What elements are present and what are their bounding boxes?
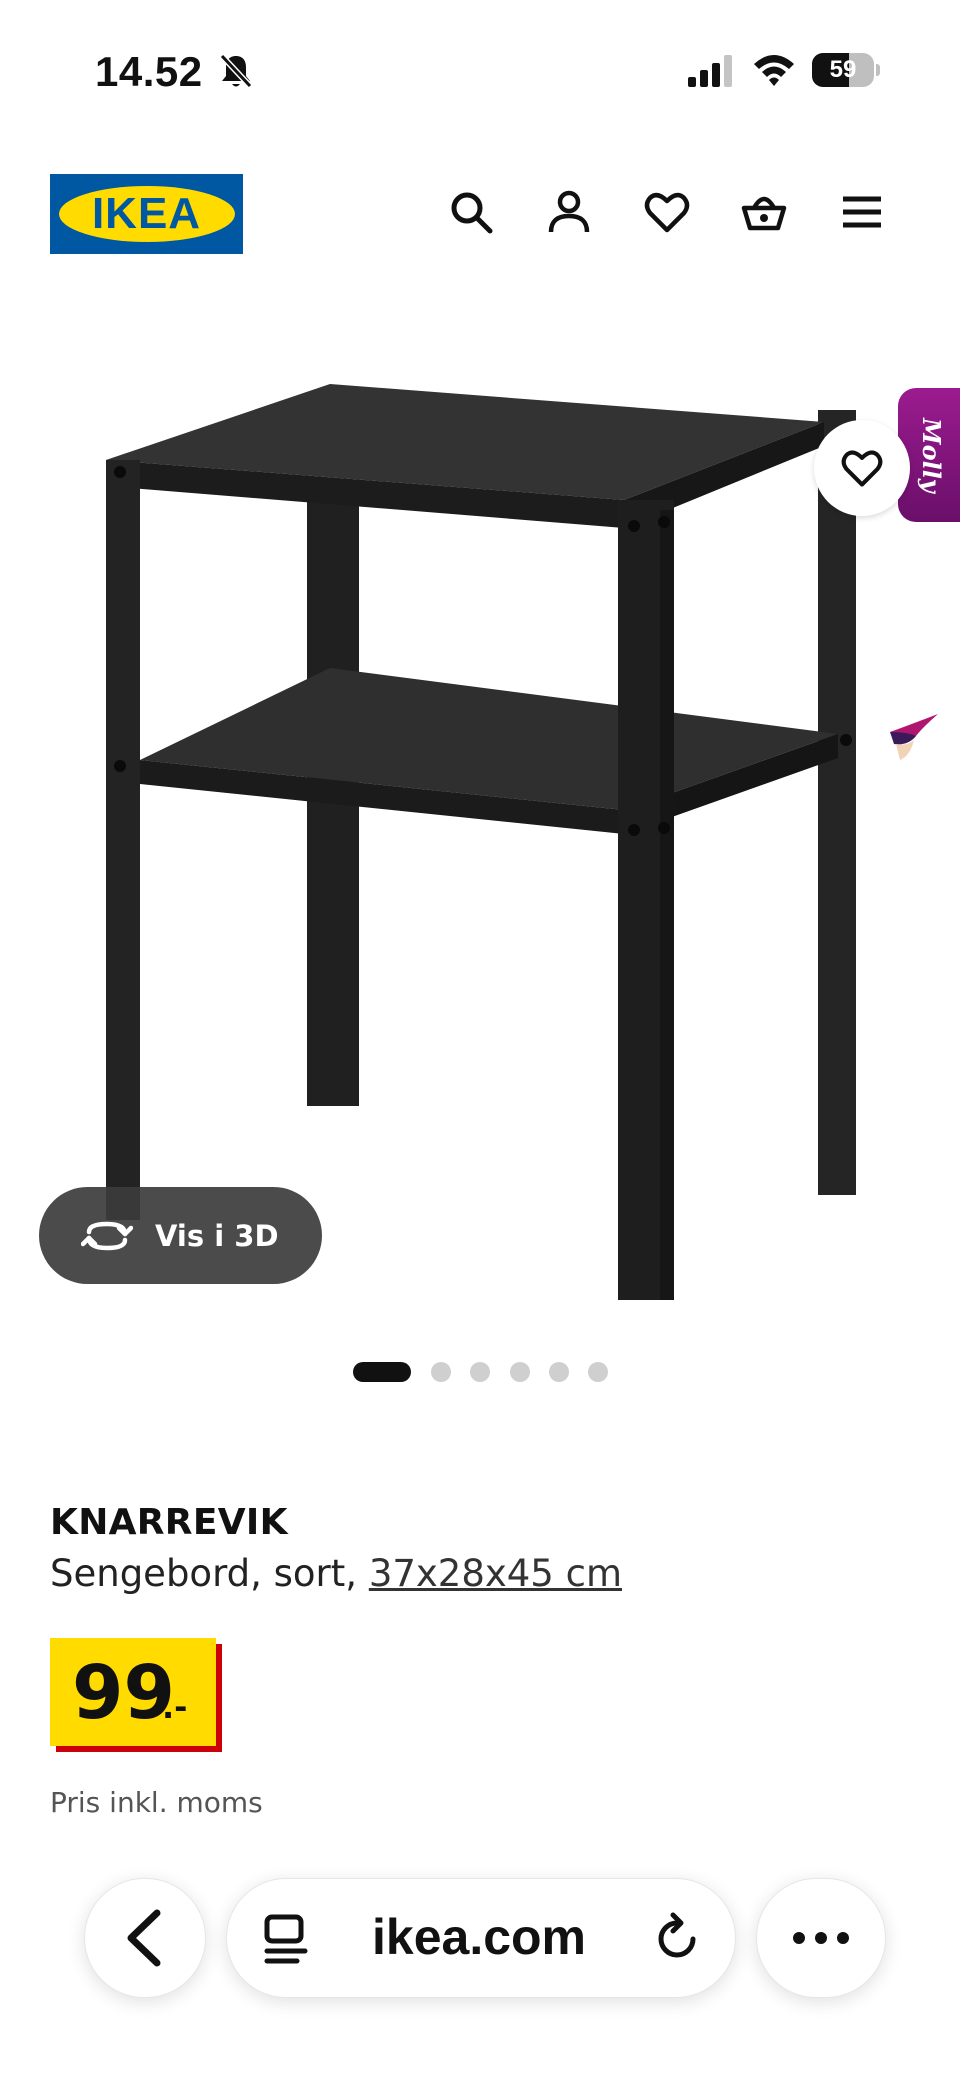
add-to-favorites-button[interactable]	[814, 420, 910, 516]
search-icon[interactable]	[447, 188, 495, 236]
cellular-signal-icon	[688, 55, 734, 87]
pagination-dot[interactable]	[588, 1362, 608, 1382]
reload-icon[interactable]	[647, 1909, 707, 1969]
back-chevron-icon	[127, 1909, 161, 1967]
price-decimal: .-	[162, 1688, 188, 1726]
bell-slash-icon	[218, 52, 254, 90]
assistant-molly-label: Molly	[917, 417, 946, 493]
status-bar: 14.52 59	[0, 0, 960, 140]
product-name: KNARREVIK	[50, 1502, 288, 1543]
ikea-logo[interactable]: IKEA	[50, 174, 243, 254]
wifi-icon	[752, 52, 796, 88]
battery-level: 59	[829, 56, 857, 83]
pagination-dot[interactable]	[510, 1362, 530, 1382]
hummingbird-icon[interactable]	[882, 706, 942, 766]
pagination-dot[interactable]	[431, 1362, 451, 1382]
logo-oval: IKEA	[58, 186, 235, 242]
battery-icon: 59	[812, 53, 880, 89]
back-button[interactable]	[84, 1878, 206, 1998]
image-pagination	[0, 1360, 960, 1384]
rotate-3d-icon	[81, 1221, 133, 1250]
tabs-icon[interactable]	[257, 1909, 317, 1969]
product-size-link[interactable]: 37x28x45 cm	[369, 1552, 622, 1595]
view-in-3d-label: Vis i 3D	[155, 1218, 279, 1253]
price-integer: 99	[72, 1650, 175, 1736]
menu-icon[interactable]	[838, 188, 886, 236]
view-in-3d-button[interactable]: Vis i 3D	[39, 1187, 322, 1284]
heart-icon[interactable]	[643, 188, 691, 236]
product-image[interactable]	[0, 300, 900, 1340]
pagination-dot[interactable]	[470, 1362, 490, 1382]
product-description-text: Sengebord, sort,	[50, 1552, 369, 1595]
pagination-dot[interactable]	[549, 1362, 569, 1382]
product-description: Sengebord, sort, 37x28x45 cm	[50, 1552, 622, 1595]
url-text[interactable]: ikea.com	[372, 1908, 586, 1966]
vat-note: Pris inkl. moms	[50, 1786, 263, 1819]
price-tag: 99 .-	[50, 1638, 216, 1746]
user-icon[interactable]	[545, 188, 593, 236]
basket-icon[interactable]	[740, 188, 788, 236]
logo-text: IKEA	[91, 189, 202, 238]
heart-icon	[841, 450, 883, 487]
status-time: 14.52	[95, 48, 203, 95]
more-button[interactable]	[756, 1878, 886, 1998]
battery-tip	[876, 64, 880, 76]
pagination-dot-active[interactable]	[353, 1362, 411, 1382]
more-icon	[793, 1932, 849, 1944]
